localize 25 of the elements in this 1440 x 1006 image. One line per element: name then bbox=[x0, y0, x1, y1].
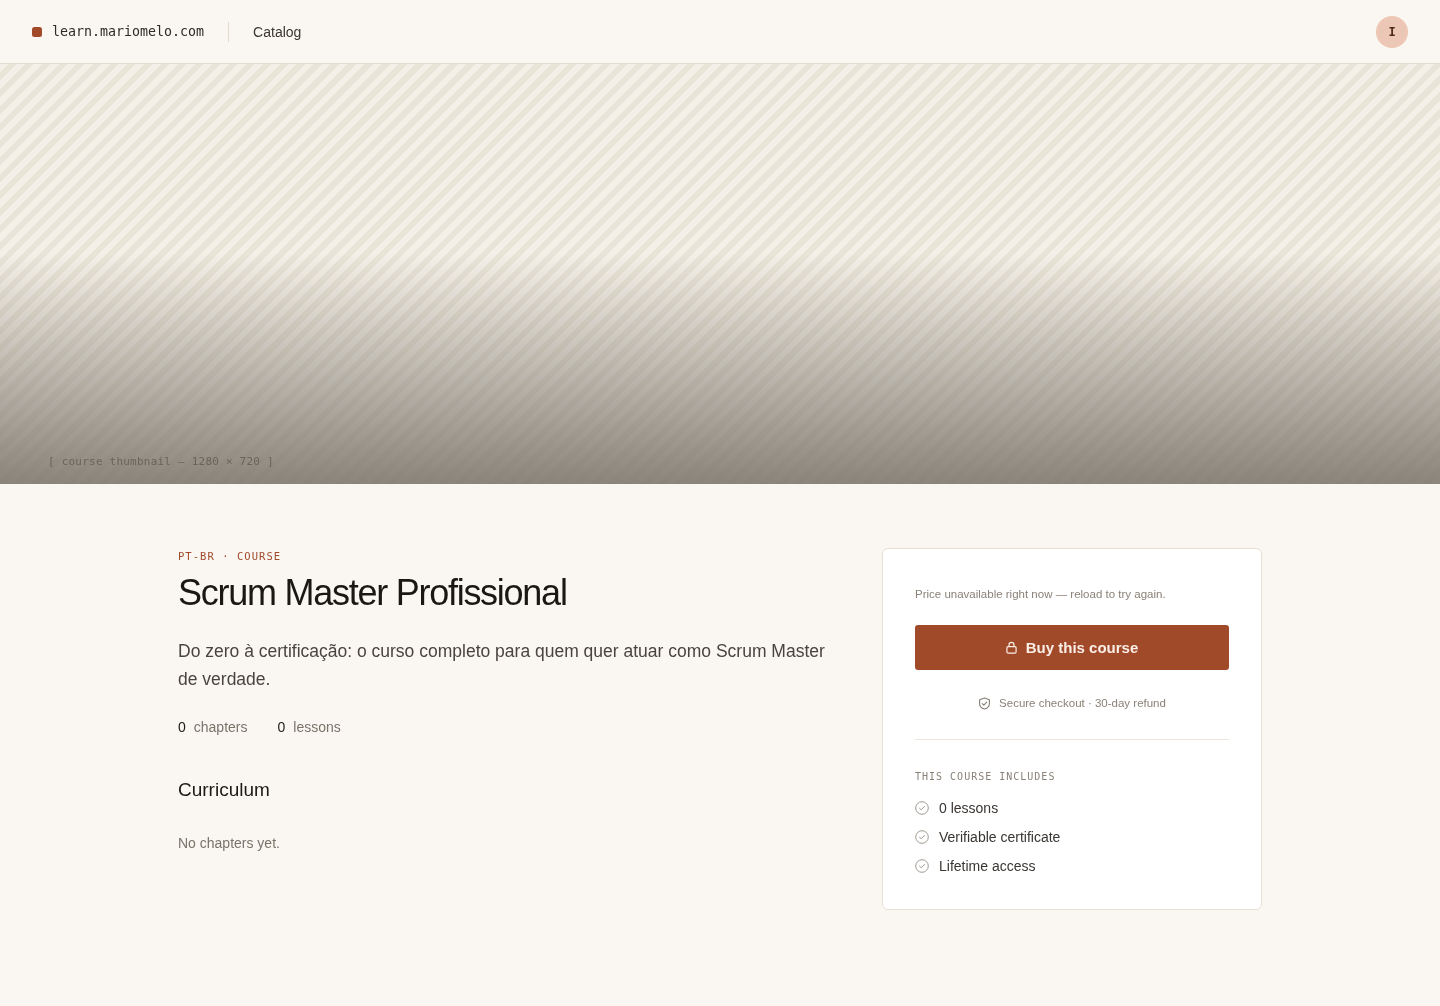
shield-check-icon bbox=[978, 696, 992, 710]
lock-icon bbox=[1005, 641, 1017, 654]
stat-label: chapters bbox=[193, 718, 248, 737]
logo-icon bbox=[32, 26, 42, 37]
check-circle-icon bbox=[915, 800, 929, 815]
course-eyebrow: PT-BR · COURSE bbox=[178, 549, 283, 563]
includes-heading: THIS COURSE INCLUDES bbox=[915, 770, 1057, 784]
course-title: Scrum Master Profissional bbox=[178, 571, 568, 615]
curriculum-heading: Curriculum bbox=[178, 778, 271, 802]
checkout-note: Secure checkout · 30-day refund bbox=[999, 696, 1166, 711]
stat-label: lessons bbox=[293, 718, 341, 737]
feature-text: Verifiable certificate bbox=[939, 828, 1061, 845]
feature-text: 0 lessons bbox=[939, 799, 999, 816]
stat-value: 0 bbox=[178, 718, 186, 737]
check-circle-icon bbox=[915, 829, 929, 844]
buy-button[interactable]: Buy this course bbox=[915, 625, 1229, 670]
empty-message: No chapters yet. bbox=[178, 834, 281, 853]
site-link[interactable]: learn.mariomelo.com bbox=[52, 24, 205, 39]
avatar-button[interactable]: I bbox=[1376, 15, 1408, 48]
nav-link[interactable]: Catalog bbox=[253, 23, 302, 40]
feature-text: Lifetime access bbox=[939, 857, 1036, 874]
check-circle-icon bbox=[915, 858, 929, 873]
course-description: Do zero à certificação: o curso completo para quem quer atuar como Scrum Master de verdade. bbox=[178, 640, 826, 691]
price-notice: Price unavailable right now — reload to try again. bbox=[915, 587, 1167, 602]
stat-value: 0 bbox=[277, 718, 286, 737]
